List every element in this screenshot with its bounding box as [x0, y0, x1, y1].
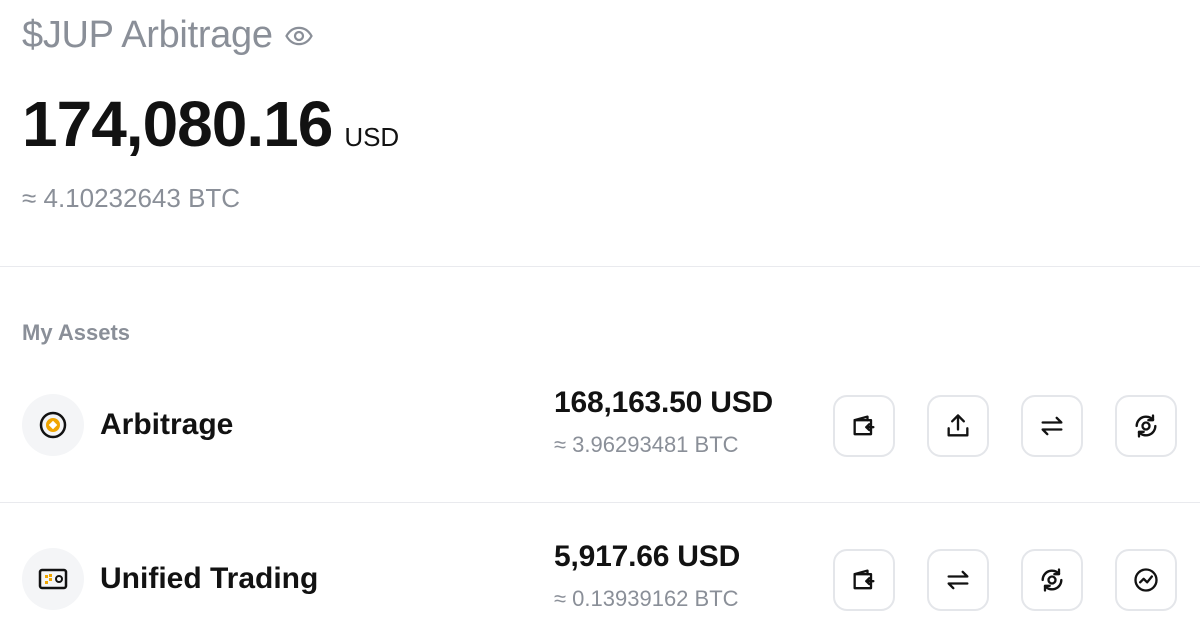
asset-values: 168,163.50 USD ≈ 3.96293481 BTC — [554, 386, 773, 458]
convert-button[interactable] — [1021, 549, 1083, 611]
total-balance-btc: ≈ 4.10232643 BTC — [22, 183, 241, 213]
asset-btc-value: ≈ 3.96293481 BTC — [554, 432, 739, 457]
asset-divider — [0, 502, 1200, 503]
asset-row-arbitrage[interactable]: Arbitrage 168,163.50 USD ≈ 3.96293481 BT… — [0, 380, 1200, 470]
transfer-button[interactable] — [927, 549, 989, 611]
transfer-icon — [947, 570, 969, 590]
my-assets-label: My Assets — [22, 320, 131, 345]
title-row: $JUP Arbitrage — [22, 14, 399, 57]
total-balance-amount: 174,080.16 — [22, 88, 333, 160]
transfer-icon — [1041, 416, 1063, 436]
asset-values: 5,917.66 USD ≈ 0.13939162 BTC — [554, 540, 740, 612]
asset-name: Unified Trading — [100, 562, 319, 595]
asset-usd-value: 168,163.50 USD — [554, 386, 774, 419]
asset-usd-value: 5,917.66 USD — [554, 540, 741, 573]
asset-btc-value: ≈ 0.13939162 BTC — [554, 586, 739, 611]
trade-button[interactable] — [1115, 549, 1177, 611]
total-balance-unit: USD — [344, 122, 400, 152]
upload-icon — [947, 414, 969, 437]
convert-icon — [1135, 414, 1157, 438]
wallet-deposit-icon — [853, 569, 875, 590]
deposit-button[interactable] — [833, 395, 895, 457]
chart-trend-icon — [1134, 568, 1158, 592]
wallet-title: $JUP Arbitrage — [22, 14, 273, 56]
wallet-deposit-icon — [853, 415, 875, 436]
asset-name: Arbitrage — [100, 408, 234, 441]
convert-button[interactable] — [1115, 395, 1177, 457]
unified-trading-card-icon — [22, 548, 84, 610]
transfer-button[interactable] — [1021, 395, 1083, 457]
header-divider — [0, 266, 1200, 267]
deposit-button[interactable] — [833, 549, 895, 611]
total-balance: 174,080.16 USD — [22, 87, 399, 161]
wallet-header: $JUP Arbitrage 174,080.16 USD ≈ 4.102326… — [22, 14, 399, 214]
arbitrage-coin-icon — [22, 394, 84, 456]
convert-icon — [1041, 568, 1063, 592]
withdraw-button[interactable] — [927, 395, 989, 457]
asset-row-unified-trading[interactable]: Unified Trading 5,917.66 USD ≈ 0.1393916… — [0, 534, 1200, 624]
eye-icon[interactable] — [283, 20, 315, 52]
